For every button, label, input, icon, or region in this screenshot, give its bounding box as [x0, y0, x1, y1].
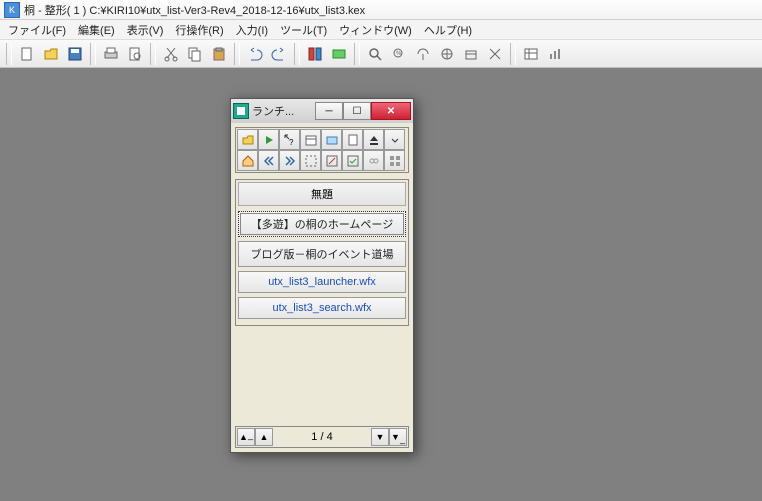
- dlg-dropdown-icon[interactable]: [384, 129, 405, 150]
- svg-text:%: %: [396, 51, 402, 57]
- dlg-last-icon[interactable]: [279, 150, 300, 171]
- dlg-home-icon[interactable]: [237, 150, 258, 171]
- tool5-icon[interactable]: [460, 43, 482, 65]
- list-panel: 無題 【多遊】の桐のホームページ ブログ版－桐のイベント道場 utx_list3…: [235, 179, 409, 326]
- dlg-check-icon[interactable]: [342, 150, 363, 171]
- workspace: ランチ... ─ ☐ ✕ ?: [0, 68, 762, 501]
- dialog-toolbar: ?: [235, 127, 409, 173]
- menu-help[interactable]: ヘルプ(H): [418, 20, 478, 40]
- preview-icon[interactable]: [124, 43, 146, 65]
- menu-line[interactable]: 行操作(R): [169, 20, 229, 40]
- dlg-edit-icon[interactable]: [321, 150, 342, 171]
- list-header: 無題: [238, 182, 406, 206]
- dlg-select-icon[interactable]: [300, 150, 321, 171]
- dlg-help-icon[interactable]: ?: [279, 129, 300, 150]
- dlg-first-icon[interactable]: [258, 150, 279, 171]
- tool4-icon[interactable]: [436, 43, 458, 65]
- tool2-icon[interactable]: [328, 43, 350, 65]
- find-icon[interactable]: [364, 43, 386, 65]
- tool6-icon[interactable]: [484, 43, 506, 65]
- dialog-footer: ▲_ ▲ 1 / 4 ▼ ▼_: [235, 426, 409, 448]
- dlg-eject-icon[interactable]: [363, 129, 384, 150]
- list-item-2[interactable]: ブログ版－桐のイベント道場: [238, 241, 406, 267]
- page-prev-icon[interactable]: ▲: [255, 428, 273, 446]
- paste-icon[interactable]: [208, 43, 230, 65]
- tool3-icon[interactable]: [412, 43, 434, 65]
- cut-icon[interactable]: [160, 43, 182, 65]
- dlg-calendar-icon[interactable]: [300, 129, 321, 150]
- main-toolbar: %: [0, 40, 762, 68]
- menu-view[interactable]: 表示(V): [121, 20, 170, 40]
- print-icon[interactable]: [100, 43, 122, 65]
- svg-text:?: ?: [289, 138, 294, 147]
- app-icon: K: [4, 2, 20, 18]
- copy-icon[interactable]: [184, 43, 206, 65]
- maximize-button[interactable]: ☐: [343, 102, 371, 120]
- undo-icon[interactable]: [244, 43, 266, 65]
- table-icon[interactable]: [520, 43, 542, 65]
- save-icon[interactable]: [64, 43, 86, 65]
- page-first-icon[interactable]: ▲_: [237, 428, 255, 446]
- menu-window[interactable]: ウィンドウ(W): [333, 20, 418, 40]
- zoom-icon[interactable]: %: [388, 43, 410, 65]
- page-last-icon[interactable]: ▼_: [389, 428, 407, 446]
- page-indicator: 1 / 4: [273, 431, 371, 443]
- window-title: 桐 - 整形( 1 ) C:¥KIRI10¥utx_list-Ver3-Rev4…: [24, 2, 365, 18]
- chart-icon[interactable]: [544, 43, 566, 65]
- tool1-icon[interactable]: [304, 43, 326, 65]
- new-icon[interactable]: [16, 43, 38, 65]
- close-button[interactable]: ✕: [371, 102, 411, 120]
- dlg-open-icon[interactable]: [237, 129, 258, 150]
- dialog-title: ランチ...: [252, 103, 315, 119]
- launcher-dialog: ランチ... ─ ☐ ✕ ?: [230, 98, 414, 453]
- dlg-grid-icon[interactable]: [384, 150, 405, 171]
- menu-tool[interactable]: ツール(T): [274, 20, 333, 40]
- list-item-3[interactable]: utx_list3_launcher.wfx: [238, 271, 406, 293]
- list-item-1[interactable]: 【多遊】の桐のホームページ: [238, 211, 406, 237]
- dlg-card-icon[interactable]: [321, 129, 342, 150]
- dlg-link-icon[interactable]: [363, 150, 384, 171]
- menubar: ファイル(F) 編集(E) 表示(V) 行操作(R) 入力(I) ツール(T) …: [0, 20, 762, 40]
- open-icon[interactable]: [40, 43, 62, 65]
- minimize-button[interactable]: ─: [315, 102, 343, 120]
- list-item-4[interactable]: utx_list3_search.wfx: [238, 297, 406, 319]
- redo-icon[interactable]: [268, 43, 290, 65]
- dialog-icon: [233, 103, 249, 119]
- menu-input[interactable]: 入力(I): [230, 20, 274, 40]
- dlg-run-icon[interactable]: [258, 129, 279, 150]
- menu-edit[interactable]: 編集(E): [72, 20, 121, 40]
- menu-file[interactable]: ファイル(F): [2, 20, 72, 40]
- page-next-icon[interactable]: ▼: [371, 428, 389, 446]
- dlg-new-icon[interactable]: [342, 129, 363, 150]
